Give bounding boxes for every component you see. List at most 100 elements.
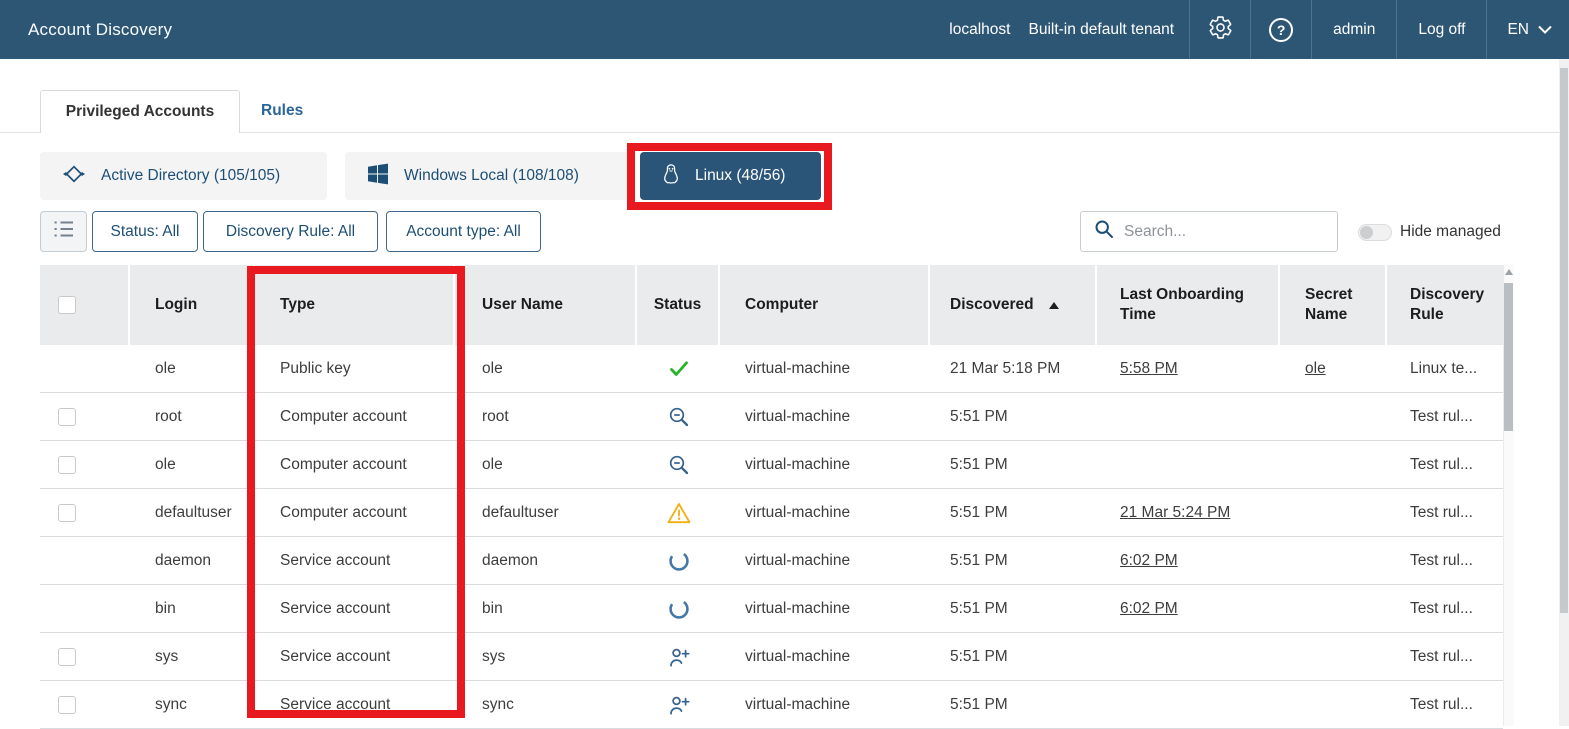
discovery-rule-filter-button[interactable]: Discovery Rule: All bbox=[203, 211, 378, 252]
login-cell: root bbox=[130, 393, 255, 440]
user-name-cell: root bbox=[455, 393, 637, 440]
column-header-type[interactable]: Type bbox=[255, 265, 455, 345]
search-box bbox=[1080, 211, 1338, 252]
row-checkbox[interactable] bbox=[58, 648, 76, 666]
logoff-button[interactable]: Log off bbox=[1396, 0, 1486, 59]
spinner-icon bbox=[668, 550, 690, 572]
discovery-rule-cell: Test rul... bbox=[1387, 489, 1503, 536]
accounts-table: Login Type User Name Status Computer Dis… bbox=[40, 265, 1503, 729]
source-linux-button[interactable]: Linux (48/56) bbox=[640, 152, 821, 200]
column-header-label: Discovered bbox=[950, 295, 1034, 315]
column-header-discovery-rule[interactable]: Discovery Rule bbox=[1387, 265, 1503, 345]
user-name-cell: sys bbox=[455, 633, 637, 680]
list-view-button[interactable] bbox=[40, 211, 87, 252]
zoom-out-icon bbox=[668, 406, 690, 428]
login-cell: sync bbox=[130, 681, 255, 728]
computer-cell: virtual-machine bbox=[720, 681, 930, 728]
login-cell: daemon bbox=[130, 537, 255, 584]
discovery-rule-cell: Test rul... bbox=[1387, 537, 1503, 584]
type-cell: Public key bbox=[255, 345, 455, 392]
column-header-discovered[interactable]: Discovered bbox=[930, 265, 1097, 345]
last-onboarding-time-cell bbox=[1097, 681, 1280, 728]
login-cell: ole bbox=[130, 441, 255, 488]
settings-button[interactable] bbox=[1189, 0, 1250, 59]
computer-cell: virtual-machine bbox=[720, 585, 930, 632]
warning-icon bbox=[667, 502, 691, 524]
secret-name-cell bbox=[1280, 585, 1387, 632]
column-header-user-name[interactable]: User Name bbox=[455, 265, 637, 345]
row-checkbox-cell bbox=[40, 681, 130, 728]
tab-privileged-accounts[interactable]: Privileged Accounts bbox=[40, 90, 240, 133]
row-checkbox[interactable] bbox=[58, 456, 76, 474]
row-checkbox-cell bbox=[40, 393, 130, 440]
help-button[interactable]: ? bbox=[1250, 0, 1311, 59]
discovered-cell: 21 Mar 5:18 PM bbox=[930, 345, 1097, 392]
user-name-cell: ole bbox=[455, 345, 637, 392]
discovered-cell: 5:51 PM bbox=[930, 633, 1097, 680]
row-checkbox-cell bbox=[40, 345, 130, 392]
language-selector[interactable]: EN bbox=[1486, 0, 1569, 59]
status-filter-button[interactable]: Status: All bbox=[92, 211, 198, 252]
column-header-login[interactable]: Login bbox=[130, 265, 255, 345]
source-windows-local-button[interactable]: Windows Local (108/108) bbox=[345, 152, 633, 200]
user-name-cell: sync bbox=[455, 681, 637, 728]
login-cell: sys bbox=[130, 633, 255, 680]
row-checkbox[interactable] bbox=[58, 696, 76, 714]
chevron-down-icon bbox=[1538, 21, 1552, 39]
column-header-computer[interactable]: Computer bbox=[720, 265, 930, 345]
table-header-row: Login Type User Name Status Computer Dis… bbox=[40, 265, 1503, 345]
secret-name-cell[interactable]: ole bbox=[1280, 345, 1387, 392]
discovered-cell: 5:51 PM bbox=[930, 537, 1097, 584]
row-checkbox[interactable] bbox=[58, 408, 76, 426]
column-header-status[interactable]: Status bbox=[637, 265, 720, 345]
account-type-filter-button[interactable]: Account type: All bbox=[386, 211, 541, 252]
last-onboarding-time-cell bbox=[1097, 441, 1280, 488]
computer-cell: virtual-machine bbox=[720, 489, 930, 536]
select-all-checkbox[interactable] bbox=[58, 296, 76, 314]
discovered-cell: 5:51 PM bbox=[930, 393, 1097, 440]
user-name-cell: daemon bbox=[455, 537, 637, 584]
last-onboarding-time-cell[interactable]: 6:02 PM bbox=[1097, 537, 1280, 584]
source-label: Windows Local (108/108) bbox=[404, 167, 579, 185]
login-cell: defaultuser bbox=[130, 489, 255, 536]
table-scrollbar-thumb[interactable] bbox=[1504, 283, 1513, 431]
type-cell: Service account bbox=[255, 537, 455, 584]
column-header-secret-name[interactable]: Secret Name bbox=[1280, 265, 1387, 345]
computer-cell: virtual-machine bbox=[720, 441, 930, 488]
user-menu[interactable]: admin bbox=[1311, 0, 1396, 59]
zoom-out-icon bbox=[668, 454, 690, 476]
success-check-icon bbox=[667, 359, 691, 379]
table-row: daemon Service account daemon virtual-ma… bbox=[40, 537, 1503, 585]
add-user-icon bbox=[667, 646, 691, 668]
scroll-up-arrow-icon[interactable] bbox=[1505, 269, 1513, 275]
last-onboarding-time-cell[interactable]: 21 Mar 5:24 PM bbox=[1097, 489, 1280, 536]
login-cell: ole bbox=[130, 345, 255, 392]
discovered-cell: 5:51 PM bbox=[930, 489, 1097, 536]
table-row: ole Computer account ole virtual-machine… bbox=[40, 441, 1503, 489]
discovery-rule-cell: Test rul... bbox=[1387, 393, 1503, 440]
hide-managed-toggle[interactable] bbox=[1358, 224, 1392, 241]
last-onboarding-time-cell[interactable]: 6:02 PM bbox=[1097, 585, 1280, 632]
hide-managed-label: Hide managed bbox=[1400, 223, 1501, 241]
sort-ascending-icon bbox=[1049, 302, 1059, 309]
type-cell: Service account bbox=[255, 633, 455, 680]
last-onboarding-time-cell[interactable]: 5:58 PM bbox=[1097, 345, 1280, 392]
row-checkbox[interactable] bbox=[58, 504, 76, 522]
user-name-cell: ole bbox=[455, 441, 637, 488]
linux-icon bbox=[662, 163, 680, 190]
secret-name-cell bbox=[1280, 681, 1387, 728]
secret-name-cell bbox=[1280, 633, 1387, 680]
page-scrollbar-thumb[interactable] bbox=[1560, 68, 1568, 613]
secret-name-cell bbox=[1280, 393, 1387, 440]
add-user-icon bbox=[667, 694, 691, 716]
table-row: ole Public key ole virtual-machine 21 Ma… bbox=[40, 345, 1503, 393]
page-title: Account Discovery bbox=[28, 0, 172, 59]
type-cell: Computer account bbox=[255, 393, 455, 440]
type-cell: Computer account bbox=[255, 441, 455, 488]
column-header-last-onboarding-time[interactable]: Last Onboarding Time bbox=[1097, 265, 1280, 345]
tab-rules[interactable]: Rules bbox=[240, 90, 324, 132]
help-icon: ? bbox=[1269, 18, 1293, 42]
topbar: Account Discovery localhost Built-in def… bbox=[0, 0, 1569, 59]
source-active-directory-button[interactable]: Active Directory (105/105) bbox=[40, 152, 327, 200]
search-input[interactable] bbox=[1124, 223, 1309, 241]
